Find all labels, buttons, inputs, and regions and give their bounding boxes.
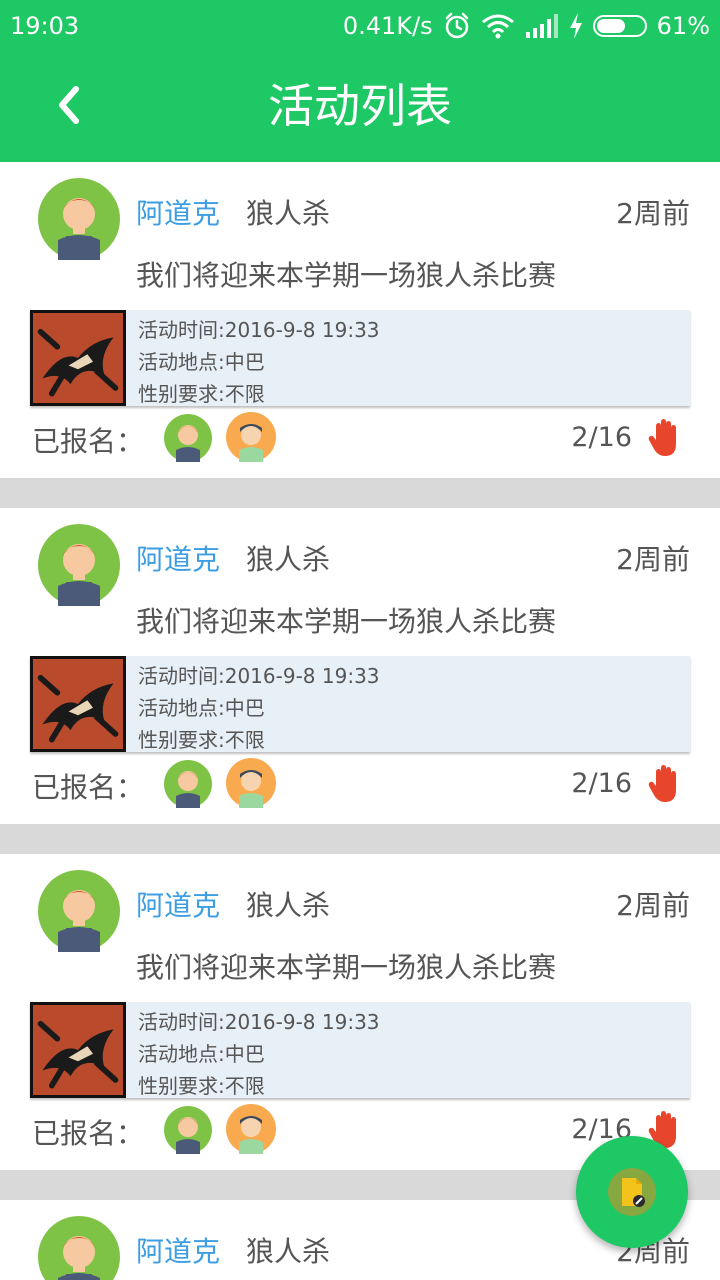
werewolf-game-thumbnail	[30, 656, 126, 752]
signup-count: 2/16	[571, 422, 632, 453]
status-bar: 19:03 0.41K/s 61%	[0, 0, 720, 52]
activity-place: 活动地点:中巴	[138, 696, 265, 720]
attendee-avatar[interactable]	[226, 412, 276, 462]
create-activity-fab[interactable]	[576, 1136, 688, 1248]
app-bar: 活动列表	[0, 52, 720, 162]
attendee-avatar[interactable]	[164, 760, 212, 808]
author-avatar[interactable]	[38, 1216, 120, 1280]
signed-up-label: 已报名：	[32, 425, 145, 458]
time-ago: 2周前	[616, 197, 690, 230]
author-name[interactable]: 阿道克	[136, 192, 220, 232]
activity-gender: 性别要求:不限	[138, 382, 265, 406]
author-name[interactable]: 阿道克	[136, 884, 220, 924]
time-ago: 2周前	[616, 889, 690, 922]
author-avatar[interactable]	[38, 524, 120, 606]
back-button[interactable]	[44, 80, 94, 130]
wifi-icon	[481, 13, 515, 39]
activity-description: 我们将迎来本学期一场狼人杀比赛	[136, 605, 557, 638]
raise-hand-icon[interactable]	[648, 418, 682, 458]
attendee-avatar[interactable]	[226, 1104, 276, 1154]
activity-gender: 性别要求:不限	[138, 1074, 265, 1098]
activity-time: 活动时间:2016-9-8 19:33	[138, 664, 380, 688]
alarm-icon	[443, 12, 471, 40]
signed-up-label: 已报名：	[32, 771, 145, 804]
activity-category: 狼人杀	[246, 197, 331, 230]
activity-place: 活动地点:中巴	[138, 1042, 265, 1066]
signal-icon	[525, 14, 559, 38]
author-avatar[interactable]	[38, 870, 120, 952]
activity-time: 活动时间:2016-9-8 19:33	[138, 318, 380, 342]
status-right: 0.41K/s 61%	[343, 12, 710, 40]
network-speed: 0.41K/s	[342, 12, 433, 40]
attendee-avatar[interactable]	[164, 1106, 212, 1154]
activity-card[interactable]: 阿道克 狼人杀 2周前 我们将迎来本学期一场狼人杀比赛 活动时间:2016-9-…	[0, 854, 720, 1170]
activity-gender: 性别要求:不限	[138, 728, 265, 752]
chevron-left-icon	[59, 86, 79, 124]
activity-description: 我们将迎来本学期一场狼人杀比赛	[136, 951, 557, 984]
author-name[interactable]: 阿道克	[136, 538, 220, 578]
author-avatar[interactable]	[38, 178, 120, 260]
attendee-avatar[interactable]	[164, 414, 212, 462]
time-ago: 2周前	[616, 543, 690, 576]
status-time: 19:03	[10, 12, 80, 40]
charging-icon	[569, 13, 583, 39]
werewolf-game-thumbnail	[30, 310, 126, 406]
signed-up-label: 已报名：	[32, 1117, 145, 1150]
activity-category: 狼人杀	[246, 889, 331, 922]
activity-info-box[interactable]: 活动时间:2016-9-8 19:33 活动地点:中巴 性别要求:不限	[30, 1002, 690, 1098]
activity-info-box[interactable]: 活动时间:2016-9-8 19:33 活动地点:中巴 性别要求:不限	[30, 310, 690, 406]
signup-count: 2/16	[571, 768, 632, 799]
activity-place: 活动地点:中巴	[138, 350, 265, 374]
activity-card[interactable]: 阿道克 狼人杀 2周前 我们将迎来本学期一场狼人杀比赛 活动时间:2016-9-…	[0, 162, 720, 478]
activity-card[interactable]: 阿道克 狼人杀 2周前 我们将迎来本学期一场狼人杀比赛 活动时间:2016-9-…	[0, 508, 720, 824]
activity-description: 我们将迎来本学期一场狼人杀比赛	[136, 259, 557, 292]
new-document-icon	[608, 1168, 656, 1216]
activity-time: 活动时间:2016-9-8 19:33	[138, 1010, 380, 1034]
author-name[interactable]: 阿道克	[136, 1230, 220, 1270]
activity-category: 狼人杀	[246, 1235, 331, 1268]
attendee-avatar[interactable]	[226, 758, 276, 808]
battery-icon	[592, 15, 647, 37]
activity-category: 狼人杀	[246, 543, 331, 576]
raise-hand-icon[interactable]	[648, 764, 682, 804]
activity-info-box[interactable]: 活动时间:2016-9-8 19:33 活动地点:中巴 性别要求:不限	[30, 656, 690, 752]
activity-list[interactable]: 阿道克 狼人杀 2周前 我们将迎来本学期一场狼人杀比赛 活动时间:2016-9-…	[0, 162, 720, 1280]
page-title: 活动列表	[268, 79, 452, 133]
werewolf-game-thumbnail	[30, 1002, 126, 1098]
battery-percent: 61%	[656, 12, 710, 40]
